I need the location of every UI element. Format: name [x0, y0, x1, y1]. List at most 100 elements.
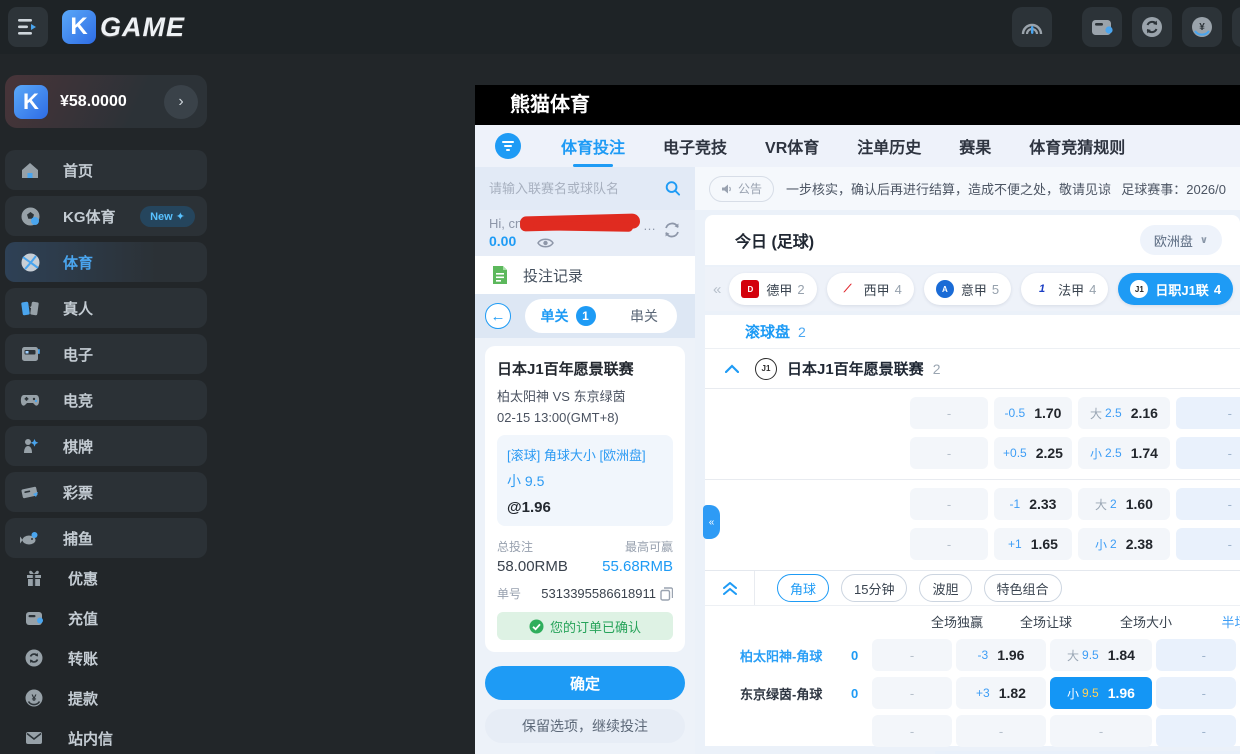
single-bet-count-badge: 1 [576, 306, 596, 326]
sidebar-item-promotions[interactable]: 优惠 [5, 558, 207, 598]
transfer-icon [1140, 15, 1164, 39]
corner-tab-corners[interactable]: 角球 [777, 574, 829, 602]
league-chip-j1[interactable]: J1 日职J1联 4 [1118, 273, 1233, 305]
keep-selection-button[interactable]: 保留选项，继续投注 [485, 709, 685, 743]
eye-icon[interactable] [537, 237, 554, 249]
odds-cell-over[interactable]: 大 9.5 1.84 [1050, 639, 1152, 671]
withdraw-button[interactable]: ¥ [1182, 7, 1222, 47]
odds-cell-extra[interactable]: - [1176, 437, 1240, 469]
corner-tab-15min[interactable]: 15分钟 [841, 574, 907, 602]
match-row: - -1 2.33 大 2 1.60 - [705, 479, 1240, 570]
odds-cell-extra[interactable]: - [1156, 677, 1236, 709]
odds-cell-extra[interactable]: - [1176, 528, 1240, 560]
corner-row-away: 东京绿茵-角球 0 - +3 1.82 小 9.5 1.96 - [705, 674, 1240, 712]
sports-panel: 熊猫体育 体育投注 电子竞技 VR体育 注单历史 赛果 体育竞猜规则 [475, 85, 1240, 754]
sidebar-item-transfer[interactable]: 转账 [5, 638, 207, 678]
sidebar-item-messages[interactable]: 站内信 [5, 718, 207, 754]
soccer-icon [19, 207, 41, 226]
ticket-pick: 小 9.5 [507, 471, 663, 491]
sidebar-item-label: 首页 [63, 160, 93, 181]
odds-cell-handicap[interactable]: -3 1.96 [956, 639, 1046, 671]
sidebar-item-fishing[interactable]: 捕鱼 [5, 518, 207, 558]
odds-cell-win[interactable]: - [872, 677, 952, 709]
tab-bet-history[interactable]: 注单历史 [857, 134, 921, 158]
sidebar-item-kg-sports[interactable]: KG体育 New ✦ [5, 196, 207, 236]
wallet-button[interactable] [1082, 7, 1122, 47]
odds-cell-win[interactable]: - [910, 397, 988, 429]
odds-cell-extra[interactable]: - [1156, 715, 1236, 747]
sidebar-item-live-casino[interactable]: 真人 [5, 288, 207, 328]
back-button[interactable]: ← [485, 303, 511, 329]
sidebar-item-deposit[interactable]: 充值 [5, 598, 207, 638]
sidebar-item-sports[interactable]: 体育 [5, 242, 207, 282]
bet-record-link[interactable]: 投注记录 [475, 256, 695, 294]
tab-rules[interactable]: 体育竞猜规则 [1029, 134, 1125, 158]
league-chip-bundesliga[interactable]: D 德甲 2 [729, 273, 816, 305]
league-chip-laliga[interactable]: ⟋ 西甲 4 [827, 273, 914, 305]
odds-cell-win[interactable]: - [872, 715, 952, 747]
tab-results[interactable]: 赛果 [959, 134, 991, 158]
sidebar-item-lottery[interactable]: 彩票 [5, 472, 207, 512]
chips-scroll-left-icon[interactable]: « [713, 281, 719, 298]
tab-sports-betting[interactable]: 体育投注 [561, 134, 625, 158]
sidebar-item-label: KG体育 [63, 206, 116, 227]
wallet-k-icon: K [14, 85, 48, 119]
transfer-button[interactable] [1132, 7, 1172, 47]
balance-card[interactable]: K ¥58.0000 › [5, 75, 207, 128]
network-speed-button[interactable] [1012, 7, 1052, 47]
ticket-match: 柏太阳神 VS 东京绿茵 [497, 386, 673, 405]
odds-cell-handicap[interactable]: -1 2.33 [994, 488, 1072, 520]
live-market-label[interactable]: 滚球盘 [745, 321, 790, 342]
search-input[interactable] [489, 181, 665, 196]
odds-cell-win[interactable]: - [910, 437, 988, 469]
sidebar-item-esports[interactable]: 电竞 [5, 380, 207, 420]
odds-cell-handicap[interactable]: +1 1.65 [994, 528, 1072, 560]
brand-logo[interactable]: K GAME [62, 10, 185, 44]
odds-cell-handicap[interactable]: -0.5 1.70 [994, 397, 1072, 429]
odds-cell-extra[interactable]: - [1156, 639, 1236, 671]
odds-cell-over[interactable]: 大 2.5 2.16 [1078, 397, 1170, 429]
odds-cell-handicap[interactable]: - [956, 715, 1046, 747]
single-bet-tab[interactable]: 单关 1 [525, 306, 611, 326]
odds-cell-extra[interactable]: - [1176, 488, 1240, 520]
tab-vr-sports[interactable]: VR体育 [765, 134, 819, 158]
search-icon[interactable] [665, 180, 681, 197]
sidebar-item-home[interactable]: 首页 [5, 150, 207, 190]
odds-cell-total[interactable]: - [1050, 715, 1152, 747]
odds-cell-win[interactable]: - [910, 528, 988, 560]
odds-cell-handicap[interactable]: +0.5 2.25 [994, 437, 1072, 469]
max-win-value: 55.68RMB [602, 558, 673, 575]
collapse-chevron-icon[interactable] [725, 364, 739, 373]
league-section-header: J1 日本J1百年愿景联赛 2 [705, 349, 1240, 389]
tab-esports[interactable]: 电子竞技 [663, 134, 727, 158]
odds-cell-under[interactable]: 小 2 2.38 [1078, 528, 1170, 560]
betslip-collapse-handle[interactable]: « [703, 505, 720, 539]
odds-cell-under-selected[interactable]: 小 9.5 1.96 [1050, 677, 1152, 709]
sidebar-item-label: 站内信 [68, 728, 113, 749]
hidden-edge-button[interactable] [1232, 7, 1240, 47]
odds-format-select[interactable]: 欧洲盘 ∨ [1140, 225, 1222, 255]
refresh-balance-button[interactable] [661, 219, 683, 241]
sidebar-secondary-nav: 优惠 充值 转账 ¥ 提款 [5, 558, 207, 754]
copy-icon[interactable] [660, 587, 673, 601]
odds-cell-under[interactable]: 小 2.5 1.74 [1078, 437, 1170, 469]
parlay-bet-tab[interactable]: 串关 [611, 306, 677, 326]
odds-cell-win[interactable]: - [872, 639, 952, 671]
menu-toggle-button[interactable] [8, 7, 48, 47]
odds-cell-handicap[interactable]: +3 1.82 [956, 677, 1046, 709]
league-chip-seriea[interactable]: A 意甲 5 [924, 273, 1011, 305]
sidebar-item-chess[interactable]: 棋牌 [5, 426, 207, 466]
balance-expand-button[interactable]: › [164, 85, 198, 119]
odds-cell-over[interactable]: 大 2 1.60 [1078, 488, 1170, 520]
confirm-button[interactable]: 确定 [485, 666, 685, 700]
mail-icon [24, 731, 44, 745]
odds-cell-win[interactable]: - [910, 488, 988, 520]
sidebar-item-slots[interactable]: 电子 [5, 334, 207, 374]
sport-filter-icon[interactable] [495, 133, 521, 159]
league-chip-ligue1[interactable]: 1 法甲 4 [1021, 273, 1108, 305]
odds-cell-extra[interactable]: - [1176, 397, 1240, 429]
corner-collapse-button[interactable] [705, 571, 755, 605]
corner-tab-specials[interactable]: 特色组合 [984, 574, 1062, 602]
sidebar-item-withdraw[interactable]: ¥ 提款 [5, 678, 207, 718]
corner-tab-correct-score[interactable]: 波胆 [919, 574, 971, 602]
